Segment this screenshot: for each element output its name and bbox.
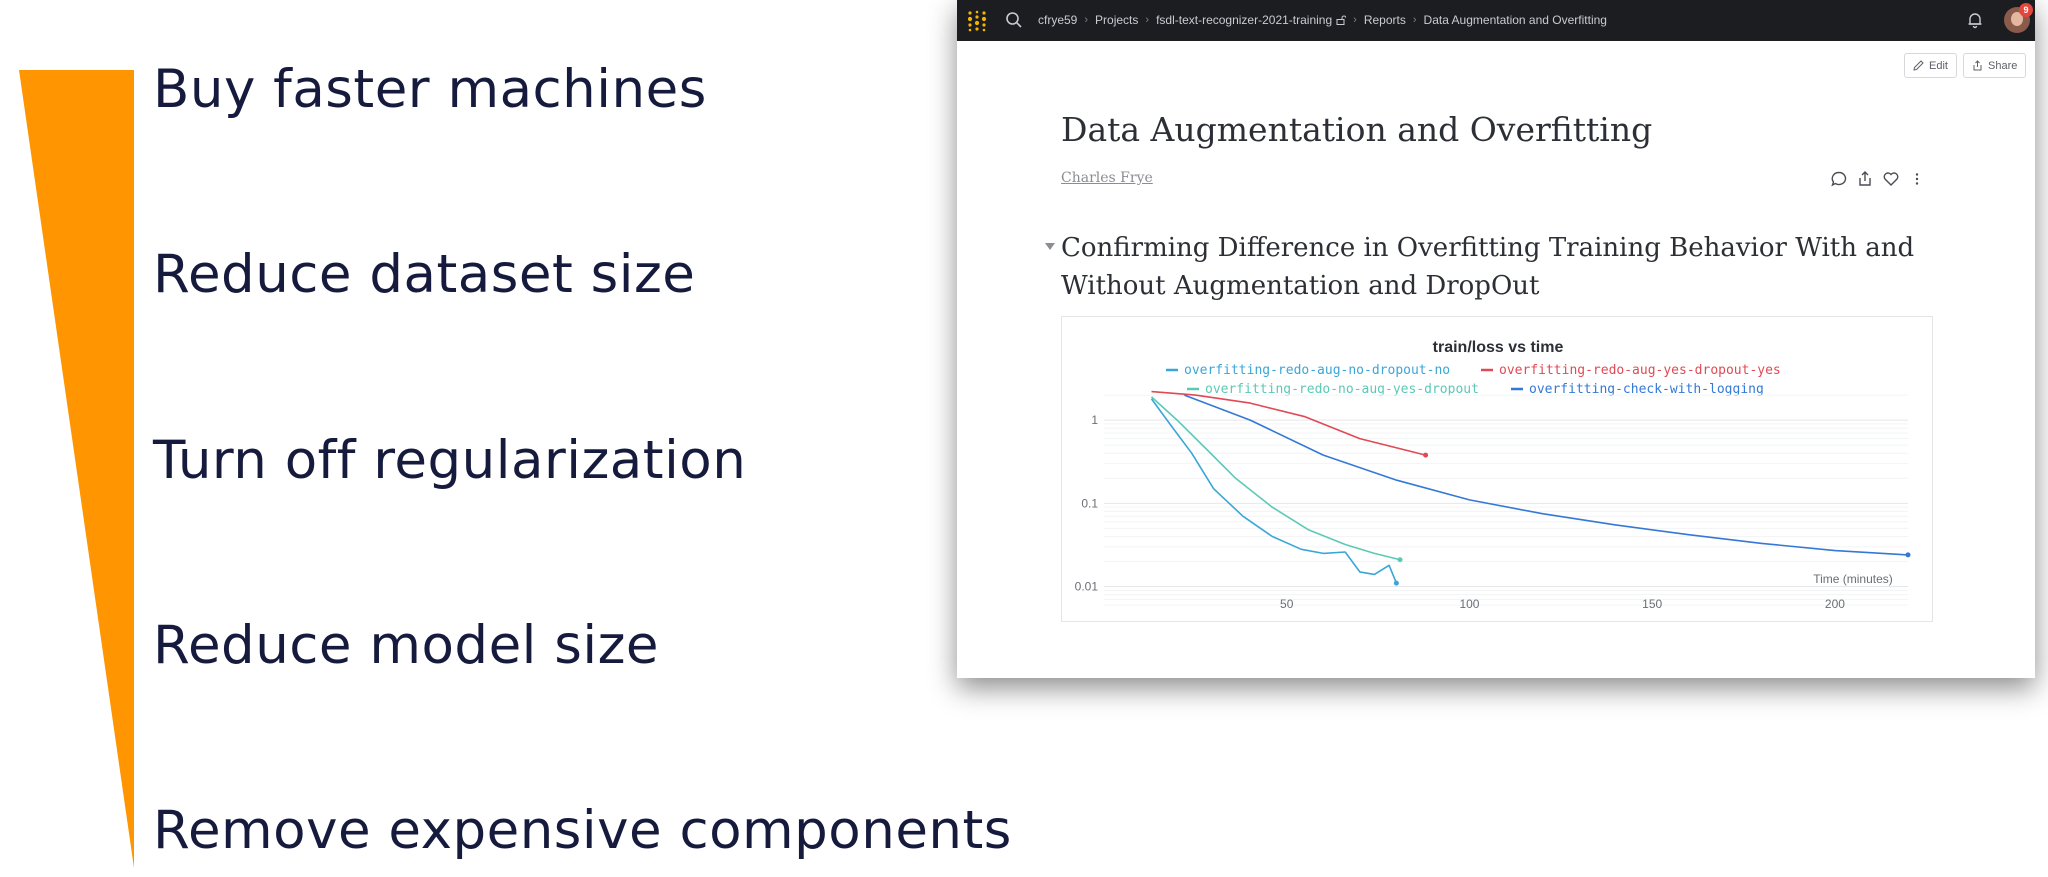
series-endpoint	[1423, 452, 1429, 458]
breadcrumb-projects[interactable]: Projects	[1095, 13, 1138, 27]
share-button[interactable]: Share	[1963, 53, 2027, 78]
chevron-right-icon: ›	[1353, 14, 1357, 26]
bullet-reduce-model-size: Reduce model size	[153, 615, 660, 676]
pencil-icon	[1913, 60, 1924, 71]
chevron-right-icon: ›	[1412, 14, 1417, 26]
breadcrumb-project[interactable]: fsdl-text-recognizer-2021-training	[1156, 13, 1332, 27]
series-endpoint	[1393, 580, 1399, 586]
loss-chart: train/loss vs time overfitting-redo-aug-…	[1075, 339, 1911, 611]
orange-wedge-graphic	[19, 70, 134, 868]
series-line[interactable]	[1184, 394, 1909, 556]
breadcrumb-user[interactable]: cfrye59	[1038, 13, 1077, 27]
edit-button[interactable]: Edit	[1904, 53, 1957, 78]
section-heading: Confirming Difference in Overfitting Tra…	[1061, 233, 1915, 301]
collapse-caret-icon[interactable]	[1045, 243, 1055, 251]
y-tick-label: 1	[1091, 413, 1098, 427]
search-icon[interactable]	[1005, 11, 1023, 29]
comment-icon[interactable]	[1830, 170, 1848, 188]
heart-icon[interactable]	[1882, 170, 1900, 188]
breadcrumb-reports[interactable]: Reports	[1364, 13, 1406, 27]
y-tick-label: 0.01	[1075, 580, 1099, 594]
avatar[interactable]: 9	[2004, 3, 2033, 33]
edit-label: Edit	[1929, 59, 1948, 72]
x-tick-label: 200	[1825, 597, 1845, 611]
bullet-buy-faster-machines: Buy faster machines	[153, 59, 707, 120]
page-title: Data Augmentation and Overfitting	[1061, 110, 1653, 149]
y-tick-label: 0.1	[1081, 496, 1098, 510]
series-endpoint	[1905, 552, 1911, 558]
bell-icon[interactable]	[1966, 11, 1984, 29]
legend-entry[interactable]: overfitting-redo-aug-no-dropout-no	[1184, 363, 1450, 378]
top-navigation-bar: cfrye59 › Projects › fsdl-text-recognize…	[957, 0, 2035, 41]
notification-badge: 9	[2019, 3, 2033, 17]
breadcrumb: cfrye59 › Projects › fsdl-text-recognize…	[1038, 13, 1607, 27]
breadcrumb-report[interactable]: Data Augmentation and Overfitting	[1424, 13, 1607, 27]
bullet-reduce-dataset-size: Reduce dataset size	[153, 244, 696, 305]
chevron-right-icon: ›	[1145, 14, 1150, 26]
legend-entry[interactable]: overfitting-redo-aug-yes-dropout-yes	[1499, 363, 1781, 378]
chart-panel: train/loss vs time overfitting-redo-aug-…	[1061, 316, 1933, 622]
share-label: Share	[1988, 59, 2018, 72]
chart-legend: overfitting-redo-aug-no-dropout-no overfi…	[1166, 363, 1781, 397]
bullet-remove-expensive-components: Remove expensive components	[153, 800, 1012, 861]
chart-title: train/loss vs time	[1433, 339, 1564, 356]
report-screenshot: cfrye59 › Projects › fsdl-text-recognize…	[957, 0, 2035, 678]
export-icon[interactable]	[1856, 170, 1874, 188]
series-line[interactable]	[1150, 398, 1398, 584]
author-link[interactable]: Charles Frye	[1061, 170, 1153, 186]
lock-icon	[1336, 15, 1347, 25]
series-endpoint	[1397, 557, 1403, 563]
x-tick-label: 50	[1280, 597, 1294, 611]
wandb-logo-icon[interactable]	[965, 9, 989, 33]
bullet-turn-off-regularization: Turn off regularization	[153, 430, 747, 491]
x-tick-label: 150	[1642, 597, 1662, 611]
x-axis-label: Time (minutes)	[1813, 572, 1893, 586]
chart-ticks: 1 0.1 0.01 50 100 150 200	[1075, 413, 1846, 611]
share-icon	[1973, 60, 1982, 71]
x-tick-label: 100	[1459, 597, 1479, 611]
chart-series	[1150, 390, 1911, 586]
more-options-icon[interactable]	[1908, 170, 1926, 188]
chevron-right-icon: ›	[1084, 14, 1089, 26]
